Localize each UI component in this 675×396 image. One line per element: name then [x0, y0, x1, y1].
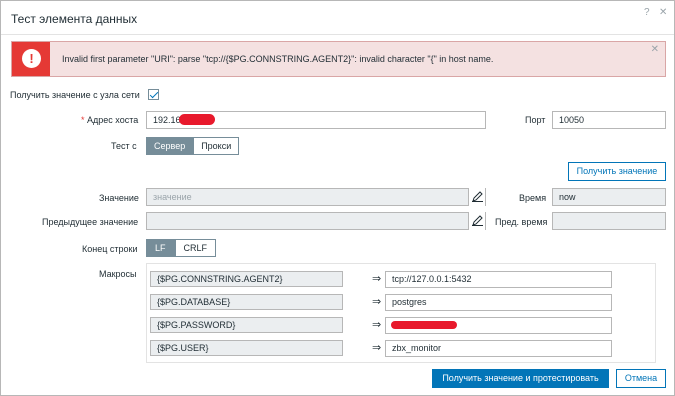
eol-lf-option[interactable]: LF [146, 239, 175, 257]
get-value-button[interactable]: Получить значение [568, 162, 666, 181]
test-item-dialog: Тест элемента данных ? ✕ ! Invalid first… [0, 0, 675, 396]
macro-name-input[interactable]: {$PG.USER} [150, 340, 343, 356]
macro-arrow: ⇒ [372, 273, 382, 285]
port-label: Порт [525, 115, 546, 125]
test-with-server-option[interactable]: Сервер [146, 137, 194, 155]
dialog-header: Тест элемента данных ? ✕ [1, 1, 674, 35]
macro-name-input[interactable]: {$PG.PASSWORD} [150, 317, 343, 333]
redaction-mark [391, 321, 457, 329]
test-with-label: Тест с [111, 141, 137, 151]
dialog-title: Тест элемента данных [11, 12, 138, 26]
redaction-mark [179, 114, 215, 125]
macro-name-input[interactable]: {$PG.DATABASE} [150, 294, 343, 310]
time-label: Время [519, 193, 547, 203]
get-from-host-checkbox[interactable] [148, 89, 159, 100]
port-value: 10050 [559, 115, 585, 125]
prev-value-input[interactable] [146, 212, 486, 230]
value-input[interactable]: значение [146, 188, 486, 206]
value-placeholder: значение [153, 192, 192, 202]
host-address-label: * Адрес хоста [81, 115, 138, 125]
time-value: now [559, 192, 576, 202]
get-value-and-test-button[interactable]: Получить значение и протестировать [432, 369, 609, 388]
error-text: Invalid first parameter "URI": parse "tc… [62, 54, 494, 64]
macro-arrow: ⇒ [372, 342, 382, 354]
error-message-box: ! Invalid first parameter "URI": parse "… [11, 41, 666, 77]
help-icon[interactable]: ? [644, 7, 650, 18]
macros-label: Макросы [99, 269, 137, 279]
edit-prev-value-pencil-icon[interactable] [468, 212, 485, 230]
value-label: Значение [99, 193, 139, 203]
get-from-host-label: Получить значение с узла сети [10, 90, 140, 100]
macro-value-input[interactable]: tcp://127.0.0.1:5432 [385, 271, 612, 288]
close-icon[interactable]: ✕ [659, 7, 667, 18]
port-input[interactable]: 10050 [552, 111, 666, 129]
macros-table: {$PG.CONNSTRING.AGENT2} ⇒ tcp://127.0.0.… [146, 263, 656, 363]
prev-value-label: Предыдущее значение [42, 217, 139, 227]
error-close-icon[interactable]: ✕ [651, 44, 659, 55]
error-icon: ! [22, 49, 41, 68]
cancel-button[interactable]: Отмена [616, 369, 666, 388]
eol-label: Конец строки [82, 244, 138, 254]
time-input[interactable]: now [552, 188, 666, 206]
edit-value-pencil-icon[interactable] [468, 188, 485, 206]
macro-value-input[interactable]: zbx_monitor [385, 340, 612, 357]
eol-segmented: LF CRLF [146, 239, 217, 257]
prev-time-label: Пред. время [495, 217, 548, 227]
prev-time-input[interactable] [552, 212, 666, 230]
eol-crlf-option[interactable]: CRLF [174, 239, 217, 257]
macro-arrow: ⇒ [372, 319, 382, 331]
error-strip: ! [12, 42, 50, 76]
required-marker: * [81, 115, 85, 125]
test-with-proxy-option[interactable]: Прокси [193, 137, 240, 155]
macro-name-input[interactable]: {$PG.CONNSTRING.AGENT2} [150, 271, 343, 287]
test-with-segmented: Сервер Прокси [146, 137, 240, 155]
host-address-label-text: Адрес хоста [87, 115, 139, 125]
macro-value-input[interactable]: postgres [385, 294, 612, 311]
macro-arrow: ⇒ [372, 296, 382, 308]
